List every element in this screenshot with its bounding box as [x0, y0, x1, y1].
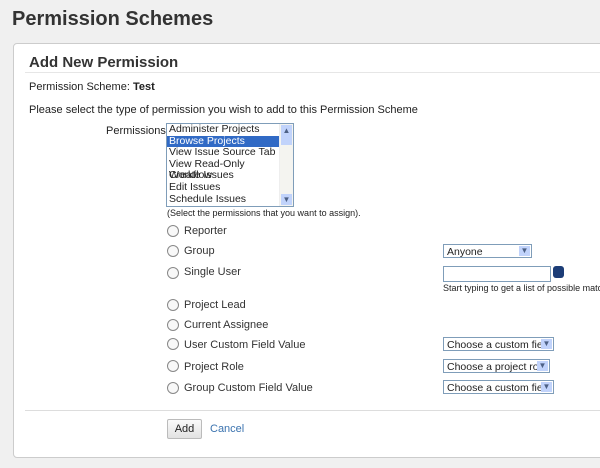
select-value: Choose a project role — [447, 361, 547, 373]
label-group-custom-field: Group Custom Field Value — [184, 382, 313, 394]
user-custom-field-select[interactable]: Choose a custom field ▼ — [443, 337, 554, 351]
permission-option[interactable]: Administer Projects — [167, 124, 280, 136]
radio-group[interactable] — [167, 245, 179, 257]
label-reporter: Reporter — [184, 225, 227, 237]
project-role-select[interactable]: Choose a project role ▼ — [443, 359, 550, 373]
radio-single-user[interactable] — [167, 267, 179, 279]
listbox-scrollbar[interactable]: ▲ ▼ — [279, 124, 293, 206]
permissions-listbox[interactable]: Administer Projects Browse Projects View… — [166, 123, 294, 207]
page-title: Permission Schemes — [12, 8, 214, 30]
heading-divider — [25, 72, 600, 73]
scroll-up-icon[interactable]: ▲ — [281, 125, 292, 136]
single-user-input[interactable] — [443, 266, 551, 282]
radio-project-lead[interactable] — [167, 299, 179, 311]
label-single-user: Single User — [184, 266, 241, 278]
radio-group-custom-field[interactable] — [167, 382, 179, 394]
group-select-value: Anyone — [447, 246, 483, 258]
label-current-assignee: Current Assignee — [184, 319, 269, 331]
label-user-custom-field: User Custom Field Value — [184, 339, 306, 351]
select-value: Choose a custom field — [447, 382, 551, 394]
chevron-down-icon: ▼ — [541, 382, 552, 392]
scroll-thumb[interactable] — [281, 136, 292, 145]
scheme-name: Test — [132, 81, 155, 93]
group-custom-field-select[interactable]: Choose a custom field ▼ — [443, 380, 554, 394]
permission-option[interactable]: Edit Issues — [167, 181, 280, 194]
add-button[interactable]: Add — [167, 419, 202, 439]
instructions: Please select the type of permission you… — [29, 104, 418, 116]
scheme-label: Permission Scheme: — [29, 81, 130, 93]
radio-project-role[interactable] — [167, 360, 179, 372]
radio-reporter[interactable] — [167, 225, 179, 237]
radio-current-assignee[interactable] — [167, 319, 179, 331]
permissions-label: Permissions — [106, 125, 166, 137]
form-heading: Add New Permission — [29, 54, 179, 71]
scheme-info: Permission Scheme: Test — [29, 81, 155, 93]
label-project-role: Project Role — [184, 361, 244, 373]
group-select[interactable]: Anyone ▼ — [443, 244, 532, 258]
user-hint: Start typing to get a list of possible m… — [443, 283, 600, 293]
chevron-down-icon: ▼ — [537, 361, 548, 371]
user-picker-icon[interactable] — [553, 266, 564, 278]
radio-user-custom-field[interactable] — [167, 338, 179, 350]
select-value: Choose a custom field — [447, 339, 551, 351]
form-divider — [25, 410, 600, 411]
permission-option[interactable]: Schedule Issues — [167, 193, 280, 206]
chevron-down-icon: ▼ — [541, 339, 552, 349]
cancel-link[interactable]: Cancel — [210, 423, 244, 435]
permissions-hint: (Select the permissions that you want to… — [167, 208, 361, 218]
label-project-lead: Project Lead — [184, 299, 246, 311]
label-group: Group — [184, 245, 215, 257]
scroll-down-icon[interactable]: ▼ — [281, 194, 292, 205]
chevron-down-icon: ▼ — [519, 246, 530, 256]
